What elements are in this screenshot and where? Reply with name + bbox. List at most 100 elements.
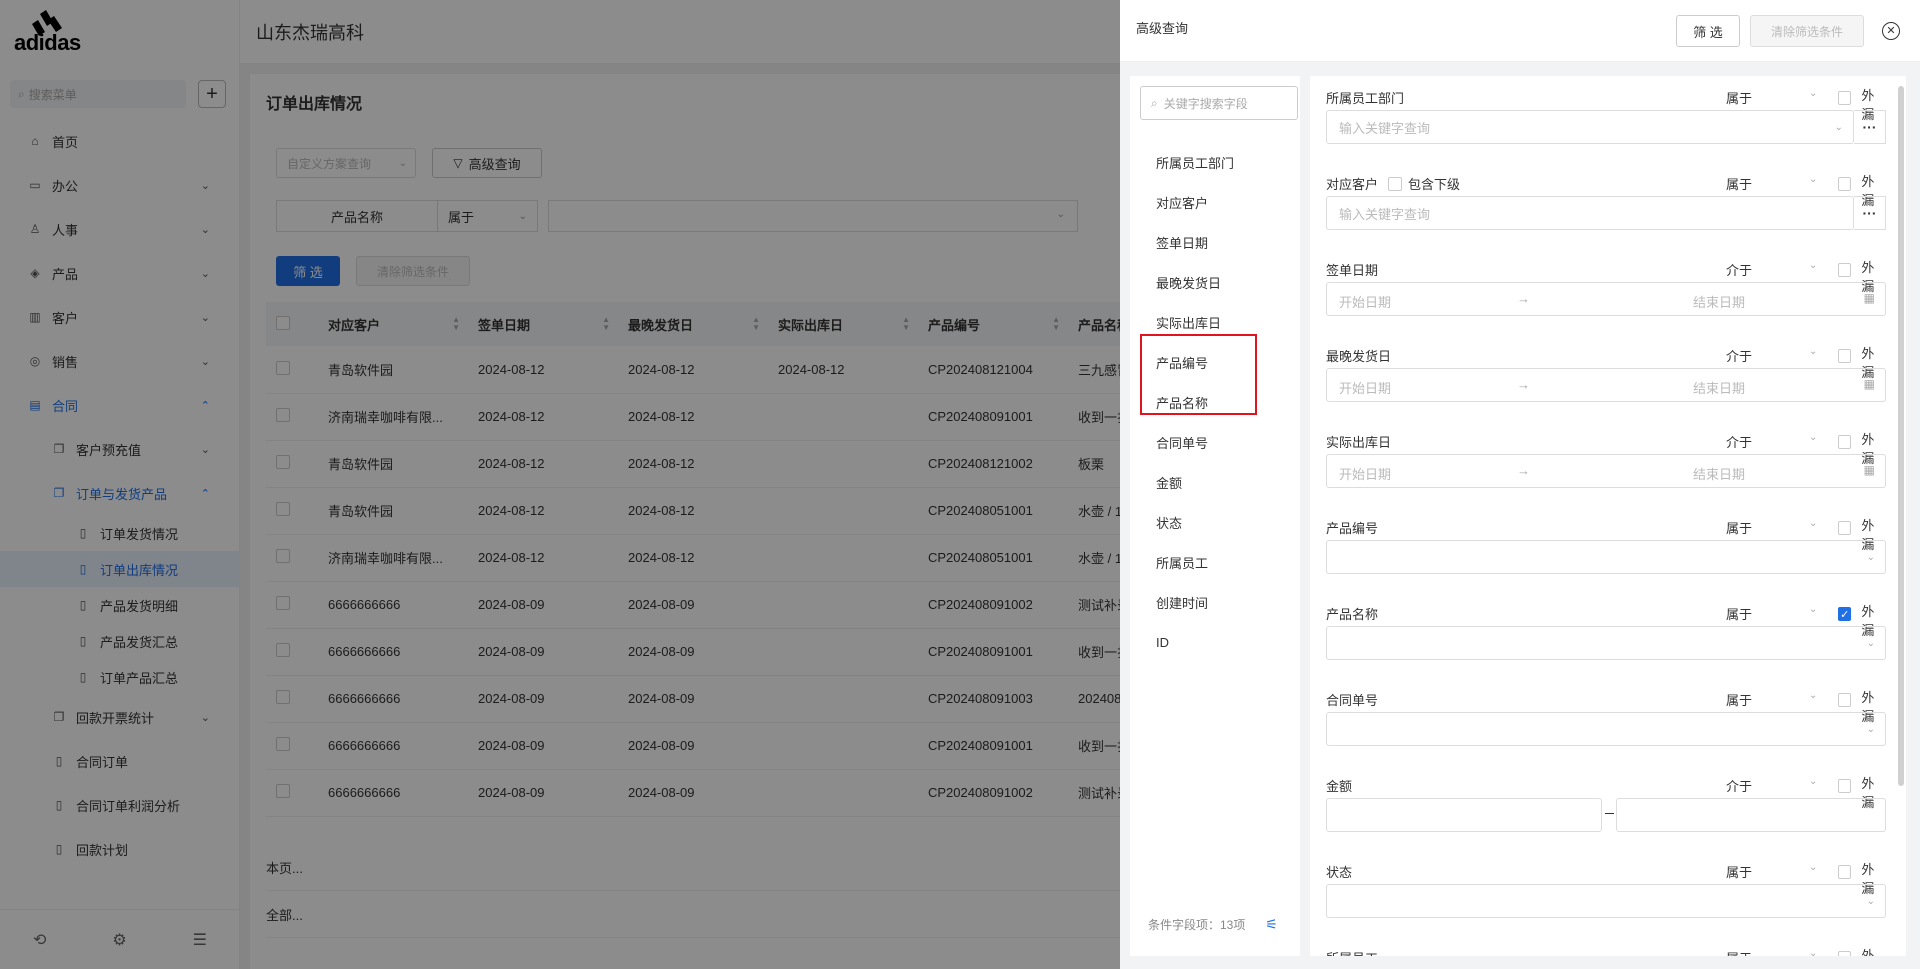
calendar-icon: ▦: [1863, 291, 1875, 305]
keyword-input[interactable]: 输入关键字查询 ⌄: [1326, 110, 1854, 144]
field-list-item[interactable]: 创建时间: [1130, 582, 1300, 622]
chevron-down-icon: ⌄: [1866, 551, 1875, 563]
advanced-query-drawer: 高级查询 筛 选 清除筛选条件 ✕ ⌕ 关键字搜索字段 所属员工部门 对应客户 签单…: [1120, 0, 1920, 969]
condition-label-text: 产品编号: [1326, 521, 1379, 536]
arrow-right-icon: →: [1517, 377, 1530, 392]
drawer-clear-button[interactable]: 清除筛选条件: [1750, 15, 1864, 47]
exclude-checkbox[interactable]: [1838, 521, 1852, 535]
keyword-input[interactable]: 输入关键字查询: [1326, 196, 1854, 230]
field-list-item[interactable]: 金额: [1130, 462, 1300, 502]
highlight-box: [1140, 334, 1257, 415]
exclude-checkbox[interactable]: [1838, 865, 1852, 879]
field-list-panel: ⌕ 关键字搜索字段 所属员工部门 对应客户 签单日期 最晚发货日 实际出库日 产品编号 产品…: [1130, 76, 1300, 956]
condition-label-text: 签单日期: [1326, 263, 1379, 278]
field-count-footer: 条件字段项：13项 ⚟: [1148, 916, 1278, 933]
condition-label: 实际出库日: [1326, 432, 1391, 451]
chevron-down-icon: ⌄: [1834, 121, 1843, 133]
arrow-right-icon: →: [1517, 463, 1530, 478]
chevron-down-icon: ⌄: [1809, 88, 1818, 99]
exclude-checkbox[interactable]: [1838, 693, 1852, 707]
start-date-placeholder: 开始日期: [1339, 381, 1392, 396]
exclude-checkbox[interactable]: [1838, 349, 1852, 363]
chevron-down-icon: ⌄: [1809, 776, 1818, 787]
field-list-item[interactable]: 合同单号: [1130, 422, 1300, 462]
value-select[interactable]: ⌄: [1326, 884, 1886, 918]
calendar-icon: ▦: [1863, 463, 1875, 477]
condition-label-text: 金额: [1326, 779, 1353, 794]
form-scrollbar[interactable]: [1898, 86, 1904, 786]
field-list-item[interactable]: 对应客户: [1130, 182, 1300, 222]
exclude-toggle[interactable]: 外漏: [1838, 945, 1886, 956]
condition-label-text: 所属员工部门: [1326, 91, 1405, 106]
arrow-right-icon: →: [1517, 291, 1530, 306]
exclude-label: 外漏: [1861, 948, 1875, 956]
condition-operator-select[interactable]: 介于: [1726, 432, 1752, 451]
condition-operator-select[interactable]: 介于: [1726, 776, 1752, 795]
field-list-item[interactable]: 签单日期: [1130, 222, 1300, 262]
condition-operator-select[interactable]: 介于: [1726, 346, 1752, 365]
condition-operator-select[interactable]: 介于: [1726, 260, 1752, 279]
condition-label-text: 实际出库日: [1326, 435, 1392, 450]
condition-label-text: 对应客户: [1326, 177, 1379, 192]
range-max-input[interactable]: [1616, 798, 1886, 832]
chevron-down-icon: ⌄: [1809, 518, 1818, 529]
drawer-title: 高级查询: [1136, 21, 1189, 36]
date-range-input[interactable]: 开始日期 → 结束日期 ▦: [1326, 282, 1886, 316]
date-range-input[interactable]: 开始日期 → 结束日期 ▦: [1326, 454, 1886, 488]
keyword-placeholder: 输入关键字查询: [1339, 120, 1431, 136]
condition-operator-select[interactable]: 属于: [1726, 174, 1752, 193]
exclude-checkbox[interactable]: [1838, 263, 1852, 277]
field-list-item[interactable]: 最晚发货日: [1130, 262, 1300, 302]
drawer-filter-button[interactable]: 筛 选: [1676, 15, 1740, 47]
app-root: adidas ⌕ 搜索菜单 + ⌂ 首页 ▭ 办公 ⌄ ♙ 人事 ⌄ ◈ 产品 ⌄ ▥ 客户 ⌄ ◎ 销售 ⌄ ▤…: [0, 0, 1920, 969]
end-date-placeholder: 结束日期: [1693, 295, 1746, 310]
include-sub-label: 包含下级: [1408, 177, 1461, 192]
exclude-checkbox[interactable]: [1838, 177, 1852, 191]
range-min-input[interactable]: [1326, 798, 1602, 832]
exclude-checkbox[interactable]: [1838, 91, 1852, 105]
chevron-down-icon: ⌄: [1866, 637, 1875, 649]
chevron-down-icon: ⌄: [1809, 604, 1818, 615]
condition-operator-select[interactable]: 属于: [1726, 862, 1752, 881]
condition-label-text: 合同单号: [1326, 693, 1379, 708]
field-search-input[interactable]: ⌕ 关键字搜索字段: [1140, 86, 1298, 120]
value-select[interactable]: ⌄: [1326, 540, 1886, 574]
field-search-placeholder: 关键字搜索字段: [1163, 96, 1248, 111]
chevron-down-icon: ⌄: [1866, 895, 1875, 907]
end-date-placeholder: 结束日期: [1693, 381, 1746, 396]
end-date-placeholder: 结束日期: [1693, 467, 1746, 482]
field-list-item[interactable]: ID: [1130, 622, 1300, 662]
modal-overlay[interactable]: [0, 0, 1120, 969]
exclude-checkbox[interactable]: [1838, 779, 1852, 793]
include-sub-checkbox[interactable]: [1388, 176, 1403, 191]
condition-label-text: 最晚发货日: [1326, 349, 1392, 364]
condition-label: 金额: [1326, 776, 1352, 795]
exclude-checkbox[interactable]: [1838, 435, 1852, 449]
condition-label: 所属员工部门: [1326, 88, 1404, 107]
field-list-item[interactable]: 状态: [1130, 502, 1300, 542]
range-separator: [1605, 813, 1614, 814]
chevron-down-icon: ⌄: [1809, 260, 1818, 271]
exclude-checkbox[interactable]: ✓: [1838, 607, 1852, 621]
condition-label: 对应客户 包含下级: [1326, 174, 1460, 193]
condition-operator-select[interactable]: 属于: [1726, 948, 1752, 956]
chevron-down-icon: ⌄: [1809, 432, 1818, 443]
exclude-checkbox[interactable]: [1838, 951, 1852, 956]
chevron-down-icon: ⌄: [1809, 862, 1818, 873]
more-options-button[interactable]: ···: [1854, 196, 1886, 230]
field-settings-icon[interactable]: ⚟: [1265, 916, 1278, 933]
condition-label-text: 所属员工: [1326, 948, 1378, 956]
condition-operator-select[interactable]: 属于: [1726, 604, 1752, 623]
condition-operator-select[interactable]: 属于: [1726, 518, 1752, 537]
date-range-input[interactable]: 开始日期 → 结束日期 ▦: [1326, 368, 1886, 402]
field-list-item[interactable]: 所属员工部门: [1130, 142, 1300, 182]
condition-label: 签单日期: [1326, 260, 1378, 279]
close-icon[interactable]: ✕: [1882, 22, 1900, 40]
value-select[interactable]: ⌄: [1326, 712, 1886, 746]
field-list-item[interactable]: 所属员工: [1130, 542, 1300, 582]
condition-form-panel: 所属员工部门 属于 ⌄ 外漏 输入关键字查询 ⌄ ··· 对应客户 包含下级 属于 ⌄ 外漏 输入关键字…: [1310, 76, 1906, 956]
condition-operator-select[interactable]: 属于: [1726, 88, 1752, 107]
value-select[interactable]: ⌄: [1326, 626, 1886, 660]
more-options-button[interactable]: ···: [1854, 110, 1886, 144]
condition-operator-select[interactable]: 属于: [1726, 690, 1752, 709]
